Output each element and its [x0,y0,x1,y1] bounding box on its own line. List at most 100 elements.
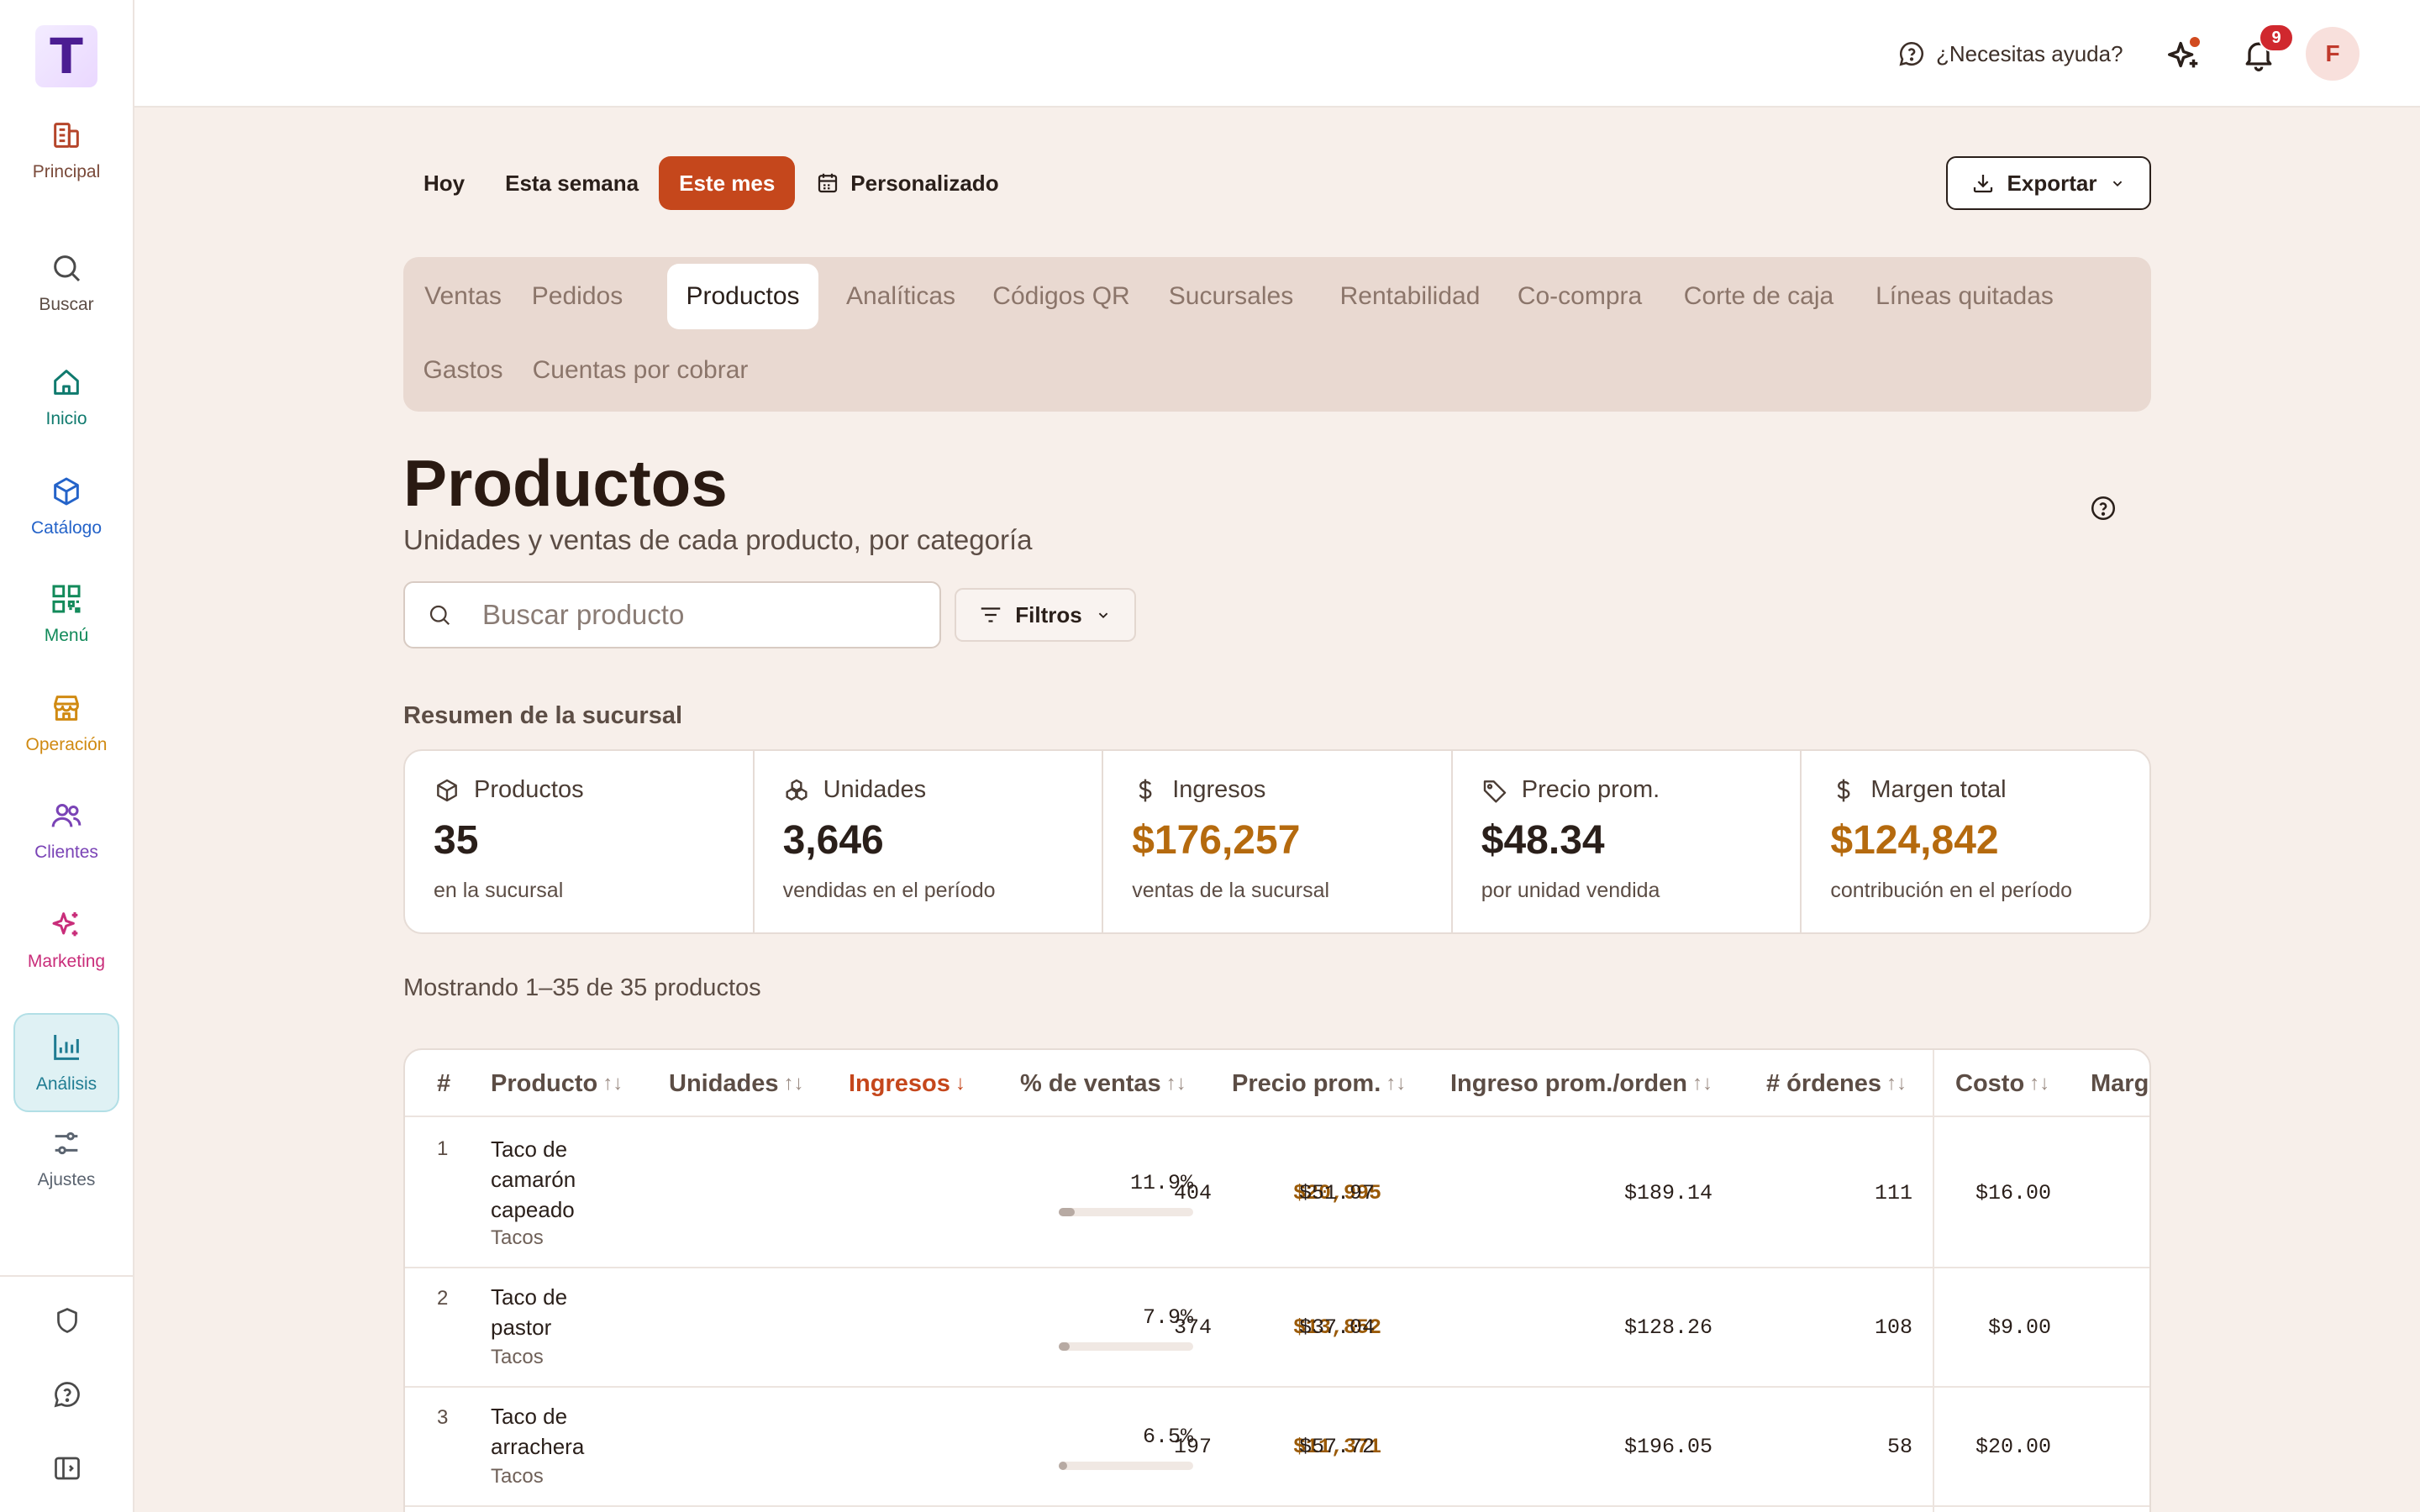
stat-label: Precio prom. [1521,776,1660,803]
product-name: Taco de pastor [491,1284,568,1340]
col-label: Ingresos [849,1069,950,1097]
sidebar-item-operacion[interactable]: Operación [13,674,119,773]
tab-sucursales[interactable]: Sucursales [1160,264,1302,329]
sort-icon: ↑↓ [1386,1072,1407,1095]
table-header: # Producto ↑↓ Unidades ↑↓ Ingresos ↓ % de v… [405,1050,2149,1117]
col-label: Precio prom. [1232,1069,1381,1097]
cost: $16.00 [1975,1181,2051,1205]
stat-note: por unidad vendida [1481,879,1660,902]
search-icon [54,255,81,282]
tab-gastos[interactable]: Gastos [417,338,509,403]
dollar-icon [1139,779,1152,801]
period-personalizado[interactable]: Personalizado [795,156,1018,210]
bar-chart-icon [54,1035,79,1060]
table-row[interactable] [405,1507,2149,1512]
pct-sales: 6.5% [1142,1425,1193,1449]
tab-rentabilidad[interactable]: Rentabilidad [1328,264,1492,329]
period-esta-semana[interactable]: Esta semana [485,156,659,210]
avg-order-revenue: $196.05 [1623,1435,1712,1459]
table-row[interactable]: 1 Taco de camarón capeado Tacos 404 $20,… [405,1117,2149,1268]
avatar[interactable]: F [2306,27,2360,81]
row-index: 3 [437,1406,449,1429]
sidebar-label: Inicio [45,409,87,428]
tab-codigos-qr[interactable]: Códigos QR [990,264,1133,329]
sidebar-label: Operación [25,735,108,754]
summary-stats: Productos 35 en la sucursal Unidades 3,6… [403,749,2151,934]
tab-ventas[interactable]: Ventas [417,264,509,329]
col-label: Margen [2091,1069,2149,1097]
store-icon [54,696,79,721]
tab-lineas-quitadas[interactable]: Líneas quitadas [1865,264,2064,329]
page-subtitle: Unidades y ventas de cada producto, por … [403,524,1033,555]
help-link[interactable]: ¿Necesitas ayuda? [1897,35,2123,72]
sidebar-item-marketing[interactable]: Marketing [13,890,119,990]
orders-count: 58 [1886,1435,1912,1459]
tab-analiticas[interactable]: Analíticas [834,264,968,329]
stat-value: 3,646 [782,818,884,863]
sidebar-item-clientes[interactable]: Clientes [13,781,119,880]
sidebar-item-ajustes[interactable]: Ajustes [13,1109,119,1208]
sidebar-item-analisis[interactable]: Análisis [13,1013,119,1112]
sort-icon: ↑↓ [783,1072,804,1095]
col-margen[interactable]: Margen [2091,1050,2149,1117]
sidebar-item-principal[interactable]: Principal [13,101,119,200]
tab-productos[interactable]: Productos [667,264,818,329]
col-label: # [437,1069,451,1097]
sidebar-item-inicio[interactable]: Inicio [13,348,119,447]
orders-count: 111 [1874,1181,1912,1205]
collapse-sidebar-icon[interactable] [52,1453,82,1483]
avg-price: $57.72 [1298,1435,1375,1459]
sidebar-label: Principal [32,162,101,181]
search-input[interactable] [482,599,919,631]
period-personalizado-label: Personalizado [850,170,999,196]
pct-bar [1059,1462,1193,1470]
period-selector: Hoy Esta semana Este mes Personalizado [403,156,1019,210]
sidebar-item-buscar[interactable]: Buscar [13,234,119,333]
period-este-mes[interactable]: Este mes [659,156,796,210]
table-row[interactable]: 3 Taco de arrachera Tacos 197 $11,371 6.… [405,1388,2149,1507]
stat-ingresos: Ingresos $176,257 ventas de la sucursal [1103,751,1453,932]
col-ordenes[interactable]: # órdenes ↑↓ [1766,1050,1907,1117]
stat-productos: Productos 35 en la sucursal [405,751,755,932]
col-ingresos[interactable]: Ingresos ↓ [849,1050,965,1117]
export-button[interactable]: Exportar [1946,156,2151,210]
sort-icon: ↑↓ [1886,1072,1907,1095]
stat-value: $176,257 [1132,818,1301,863]
page-title: Productos [403,446,728,520]
period-hoy[interactable]: Hoy [403,156,485,210]
sort-icon: ↑↓ [2029,1072,2050,1095]
col-costo[interactable]: Costo ↑↓ [1955,1050,2049,1117]
sidebar: T Principal Buscar Inicio Catálogo Menú … [0,0,134,1512]
app-logo[interactable]: T [35,25,97,87]
filter-icon [981,607,1001,622]
ai-indicator-dot [2188,35,2202,49]
sidebar-label: Ajustes [37,1170,96,1189]
search-icon [429,605,450,626]
col-producto[interactable]: Producto ↑↓ [491,1050,623,1117]
sidebar-item-catalogo[interactable]: Catálogo [13,457,119,556]
product-category: Tacos [491,1465,544,1488]
sidebar-label: Marketing [27,952,106,971]
help-label: ¿Necesitas ayuda? [1936,40,2123,66]
help-circle-icon[interactable] [2089,494,2118,522]
col-precio-prom[interactable]: Precio prom. ↑↓ [1232,1050,1406,1117]
calendar-icon [818,173,838,193]
table-row[interactable]: 2 Taco de pastor Tacos 374 $13,852 7.9% … [405,1268,2149,1388]
stat-label: Ingresos [1172,776,1266,803]
shield-icon[interactable] [52,1305,82,1336]
product-category: Tacos [491,1346,544,1368]
row-index: 2 [437,1287,449,1310]
tab-cuentas-por-cobrar[interactable]: Cuentas por cobrar [523,338,758,403]
col-pct-ventas[interactable]: % de ventas ↑↓ [1020,1050,1186,1117]
tab-pedidos[interactable]: Pedidos [519,264,635,329]
col-label: Unidades [669,1069,779,1097]
chat-help-icon[interactable] [52,1379,82,1410]
sidebar-item-menu[interactable]: Menú [13,564,119,664]
tab-co-compra[interactable]: Co-compra [1512,264,1647,329]
filters-button[interactable]: Filtros [955,588,1136,642]
filters-label: Filtros [1015,601,1082,627]
tab-corte-de-caja[interactable]: Corte de caja [1670,264,1847,329]
col-ingreso-prom-orden[interactable]: Ingreso prom./orden ↑↓ [1450,1050,1712,1117]
cost: $20.00 [1975,1435,2051,1459]
col-unidades[interactable]: Unidades ↑↓ [669,1050,804,1117]
